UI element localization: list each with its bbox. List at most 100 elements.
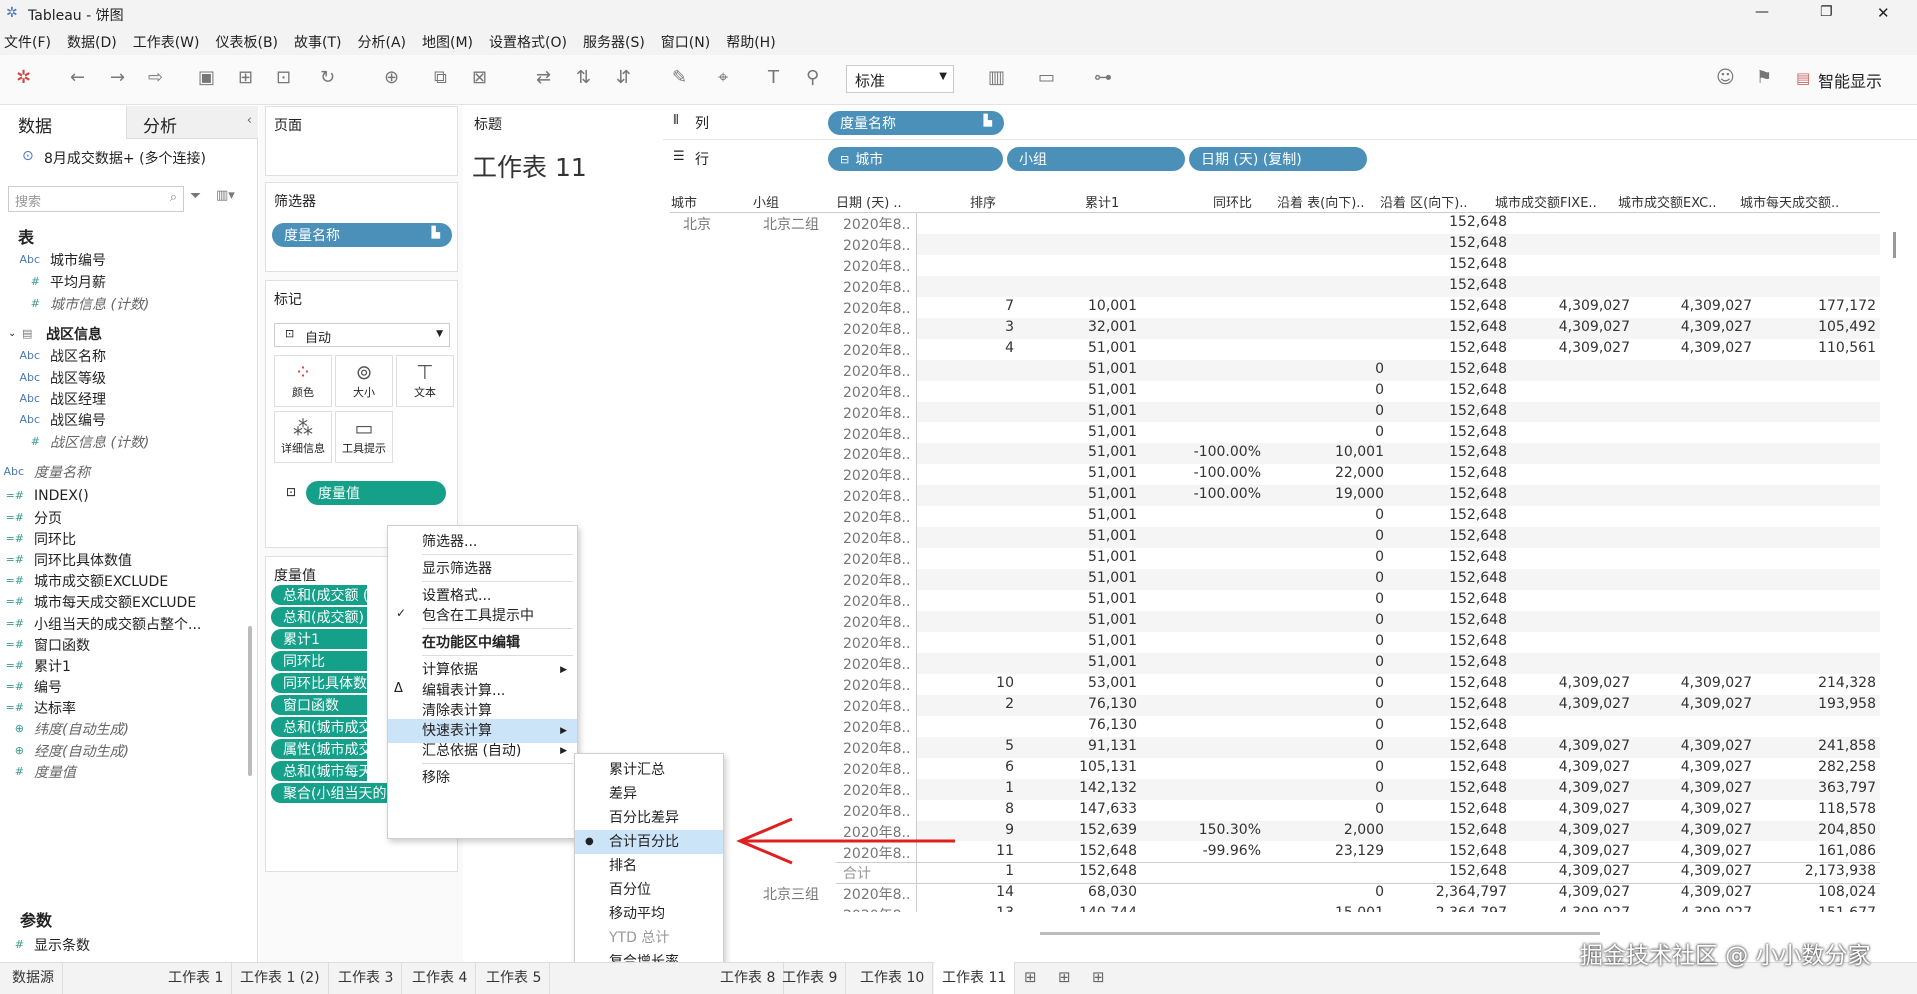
sort-asc-icon[interactable]: ⇅	[576, 67, 591, 88]
new-worksheet-icon[interactable]: ⊞	[1024, 968, 1037, 986]
cols-pill-measure-names[interactable]: 度量名称 ▙	[828, 111, 1004, 135]
column-header[interactable]: 城市每天成交额..	[1740, 192, 1839, 211]
scrollbar[interactable]	[248, 626, 252, 776]
filter-icon[interactable]: ⏷	[190, 188, 201, 204]
column-header[interactable]: 城市成交额FIXE..	[1495, 192, 1597, 211]
context-menu-item[interactable]: 移除	[388, 766, 577, 790]
field-item[interactable]: Abc 度量名称	[0, 459, 255, 484]
column-header[interactable]: 同环比	[1213, 192, 1252, 211]
menu-item[interactable]: 地图(M)	[422, 32, 473, 52]
fit-select[interactable]: 标准 ▼	[846, 65, 954, 93]
menu-item[interactable]: 文件(F)	[4, 32, 51, 52]
sheet-tab[interactable]: 工作表 3	[330, 962, 403, 994]
sheet-tab[interactable]: 工作表 5	[478, 962, 551, 994]
context-menu-item[interactable]: 包含在工具提示中	[388, 604, 577, 628]
column-header[interactable]: 日期 (天) ..	[836, 192, 902, 211]
maximize-button[interactable]: ❐	[1820, 4, 1833, 20]
column-header[interactable]: 城市成交额EXC..	[1618, 192, 1717, 211]
menu-item[interactable]: 数据(D)	[67, 32, 117, 52]
context-menu-item[interactable]: 筛选器...	[388, 530, 577, 554]
column-header[interactable]: 排序	[970, 192, 996, 211]
mark-type-select[interactable]: ⊡ 自动 ▼	[274, 323, 450, 347]
redo-icon[interactable]: →	[110, 67, 125, 88]
sheet-tab[interactable]: 数据源	[4, 962, 63, 994]
undo-icon[interactable]: ←	[70, 67, 85, 88]
save-icon[interactable]: ▣	[198, 67, 215, 88]
presentation-icon[interactable]: ▭	[1038, 67, 1055, 88]
measure-pill[interactable]: 属性(城市成交额	[271, 739, 367, 759]
tableau-icon[interactable]: ✲	[16, 67, 31, 88]
measure-pill[interactable]: 总和(城市每天成	[271, 761, 367, 781]
swap-icon[interactable]: ⇄	[536, 67, 551, 88]
marks-pill-measure-values[interactable]: 度量值	[306, 481, 446, 505]
text-button[interactable]: ⊤ 文本	[396, 355, 454, 407]
search-input[interactable]: 搜索 ⌕	[8, 186, 184, 212]
field-item[interactable]: # 战区信息 (计数)	[0, 429, 255, 454]
show-me-button[interactable]: 智能显示	[1818, 68, 1882, 92]
submenu-item[interactable]: 排名	[575, 854, 723, 878]
new-story-icon[interactable]: ⊞	[1092, 968, 1105, 986]
duplicate-icon[interactable]: ⧉	[434, 67, 447, 88]
column-header[interactable]: 沿着 表(向下)..	[1277, 192, 1365, 211]
pin-toolbar-icon[interactable]: ⚑	[1756, 67, 1772, 88]
measure-pill[interactable]: 窗口函数	[271, 695, 367, 715]
submenu-item[interactable]: 移动平均	[575, 902, 723, 926]
measure-pill[interactable]: 总和(城市成交额	[271, 717, 367, 737]
menu-item[interactable]: 设置格式(O)	[489, 32, 567, 52]
minimize-button[interactable]: —	[1755, 4, 1769, 20]
column-header[interactable]: 城市	[671, 192, 697, 211]
sheet-tab[interactable]: 工作表 1	[160, 962, 233, 994]
collapse-icon[interactable]: ‹	[247, 113, 252, 128]
context-menu-item[interactable]: 在功能区中编辑	[388, 631, 577, 655]
show-cards-icon[interactable]: ▥	[988, 67, 1005, 88]
menu-item[interactable]: 仪表板(B)	[215, 32, 278, 52]
sheet-tab[interactable]: 工作表 1 (2)	[232, 962, 329, 994]
refresh-icon[interactable]: ↻	[320, 67, 335, 88]
menu-item[interactable]: 服务器(S)	[583, 32, 645, 52]
context-menu-item[interactable]: 显示筛选器	[388, 557, 577, 581]
share-icon[interactable]: ⊶	[1094, 67, 1112, 88]
horizontal-scrollbar[interactable]	[1040, 932, 1600, 935]
menu-item[interactable]: 故事(T)	[294, 32, 341, 52]
field-item[interactable]: # 度量值	[0, 759, 255, 784]
sheet-tab[interactable]: 工作表 9	[774, 962, 847, 994]
measure-pill[interactable]: 总和(成交额 (参	[271, 585, 367, 605]
sheet-tab[interactable]: 工作表 10	[852, 962, 934, 994]
group-icon[interactable]: ⌖	[718, 67, 728, 88]
menu-item[interactable]: 帮助(H)	[726, 32, 775, 52]
measure-pill[interactable]: 累计1	[271, 629, 367, 649]
pin-icon[interactable]: ⚲	[806, 67, 819, 88]
measure-pill[interactable]: 总和(成交额)	[271, 607, 367, 627]
show-me-icon[interactable]: ▤	[1796, 69, 1810, 87]
submenu-item[interactable]: 差异	[575, 782, 723, 806]
field-item[interactable]: # 城市信息 (计数)	[0, 291, 255, 316]
color-button[interactable]: ⁘ 颜色	[274, 355, 332, 407]
rows-pill-date[interactable]: 日期 (天) (复制)	[1189, 147, 1367, 171]
detail-button[interactable]: ⁂ 详细信息	[274, 411, 332, 463]
menu-item[interactable]: 工作表(W)	[133, 32, 200, 52]
submenu-item[interactable]: 合计百分比	[575, 830, 723, 854]
menu-item[interactable]: 分析(A)	[358, 32, 407, 52]
measure-pill[interactable]: 同环比具体数值	[271, 673, 367, 693]
rows-shelf[interactable]: ☰ 行 ⊟ 城市 小组 日期 (天) (复制)	[663, 142, 1917, 176]
submenu-item[interactable]: 累计汇总	[575, 758, 723, 782]
new-sheet-icon[interactable]: ⊕	[384, 67, 399, 88]
size-button[interactable]: ⊚ 大小	[335, 355, 393, 407]
highlight-icon[interactable]: ✎	[672, 67, 687, 88]
filter-pill-measure-names[interactable]: 度量名称 ▙	[272, 223, 452, 247]
ask-data-icon[interactable]: ☺	[1716, 67, 1735, 88]
view-options-icon[interactable]: ▥▾	[216, 188, 235, 203]
close-button[interactable]: ✕	[1877, 4, 1890, 22]
column-header[interactable]: 小组	[753, 192, 779, 211]
sheet-title[interactable]: 工作表 11	[472, 148, 587, 184]
menu-item[interactable]: 窗口(N)	[661, 32, 710, 52]
submenu-item[interactable]: 百分位	[575, 878, 723, 902]
vertical-scrollbar[interactable]	[1893, 232, 1896, 258]
param-item[interactable]: # 显示条数	[0, 932, 255, 957]
expand-icon[interactable]: ⌄	[8, 328, 22, 339]
rows-pill-city[interactable]: ⊟ 城市	[828, 147, 1003, 171]
tooltip-button[interactable]: ▭ 工具提示	[335, 411, 393, 463]
sheet-tab[interactable]: 工作表 4	[404, 962, 477, 994]
column-header[interactable]: 沿着 区(向下)..	[1380, 192, 1468, 211]
tab-data[interactable]: 数据	[0, 106, 126, 139]
